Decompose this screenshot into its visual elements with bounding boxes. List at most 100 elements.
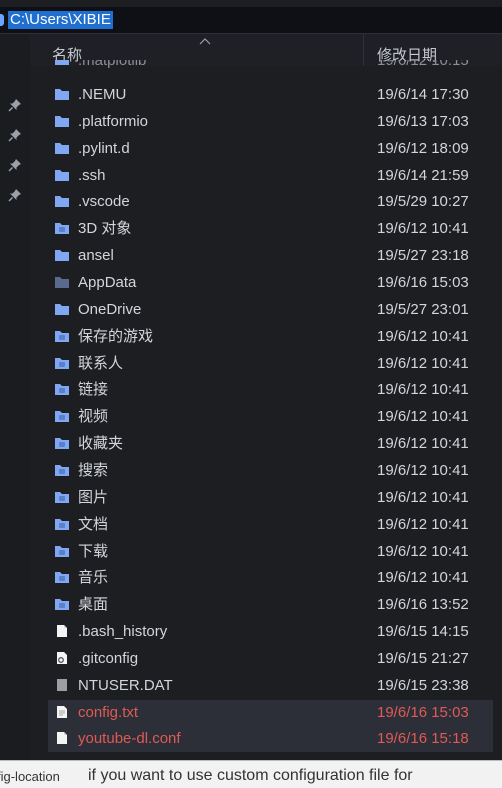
file-name: 图片 bbox=[78, 488, 109, 506]
list-item-partial[interactable]: .matplotlib 19/6/12 10:15 bbox=[48, 60, 493, 74]
file-date: 19/6/12 10:41 bbox=[377, 408, 469, 426]
list-item[interactable]: NTUSER.DAT 19/6/15 23:38 bbox=[48, 673, 493, 699]
file-date: 19/6/16 15:03 bbox=[377, 703, 469, 721]
list-item[interactable]: OneDrive 19/5/27 23:01 bbox=[48, 297, 493, 323]
file-date: 19/6/15 14:15 bbox=[377, 623, 469, 640]
folder-favorites-icon bbox=[55, 438, 69, 450]
list-item[interactable]: youtube-dl.conf 19/6/16 15:18 bbox=[48, 726, 493, 753]
list-item[interactable]: .vscode 19/5/29 10:27 bbox=[48, 189, 493, 215]
list-item[interactable]: .bash_history 19/6/15 14:15 bbox=[48, 619, 493, 645]
file-date: 19/6/16 13:52 bbox=[377, 596, 469, 614]
text-file-icon bbox=[57, 705, 67, 718]
file-date: 19/6/12 10:41 bbox=[377, 542, 469, 560]
list-item[interactable]: 链接 19/6/12 10:41 bbox=[48, 377, 493, 403]
list-item[interactable]: 音乐 19/6/12 10:41 bbox=[48, 565, 493, 591]
file-name: 下载 bbox=[78, 542, 109, 560]
file-name: ansel bbox=[78, 247, 114, 265]
list-item[interactable]: 保存的游戏 19/6/12 10:41 bbox=[48, 324, 493, 350]
background-document-strip: fig-location if you want to use custom c… bbox=[0, 760, 502, 788]
file-name: 保存的游戏 bbox=[78, 327, 154, 345]
folder-icon bbox=[55, 142, 69, 154]
folder-contacts-icon bbox=[55, 357, 69, 369]
file-icon bbox=[57, 625, 67, 637]
pin-icon[interactable] bbox=[8, 128, 22, 142]
file-date: 19/6/15 21:27 bbox=[377, 649, 469, 667]
code-snippet: fig-location bbox=[0, 769, 60, 784]
file-date: 19/6/12 10:41 bbox=[377, 488, 469, 506]
folder-documents-icon bbox=[55, 518, 69, 530]
file-date: 19/5/27 23:01 bbox=[377, 300, 469, 318]
list-item[interactable]: .NEMU 19/6/14 17:30 bbox=[48, 82, 493, 108]
list-item[interactable]: .platformio 19/6/13 17:03 bbox=[48, 109, 493, 135]
file-name: .platformio bbox=[78, 112, 149, 130]
folder-desktop-icon bbox=[55, 599, 69, 611]
file-name: 搜索 bbox=[78, 461, 109, 479]
file-name: .NEMU bbox=[78, 86, 127, 103]
file-date: 19/6/12 10:41 bbox=[377, 569, 469, 587]
file-name: 视频 bbox=[78, 408, 109, 426]
folder-videos-icon bbox=[55, 411, 69, 423]
folder-games-icon bbox=[55, 330, 69, 342]
file-name: .vscode bbox=[78, 193, 130, 211]
file-name: .matplotlib bbox=[78, 60, 147, 69]
file-date: 19/6/12 10:41 bbox=[377, 435, 469, 453]
file-date: 19/6/13 17:03 bbox=[377, 112, 469, 130]
file-name: .pylint.d bbox=[78, 139, 130, 157]
list-item[interactable]: 文档 19/6/12 10:41 bbox=[48, 512, 493, 538]
file-name: 音乐 bbox=[78, 569, 109, 587]
file-date: 19/6/12 10:41 bbox=[377, 327, 469, 345]
file-explorer-window: C:\Users\XIBIE 名称 修改日期 .matplotlib 19/6/… bbox=[0, 0, 502, 788]
pin-icon[interactable] bbox=[8, 188, 22, 202]
address-path[interactable]: C:\Users\XIBIE bbox=[8, 11, 113, 29]
file-name: AppData bbox=[78, 274, 137, 291]
file-list: .matplotlib 19/6/12 10:15 .NEMU 19/6/14 1… bbox=[30, 60, 502, 760]
sort-ascending-icon bbox=[199, 38, 211, 45]
list-item[interactable]: 3D 对象 19/6/12 10:41 bbox=[48, 216, 493, 242]
file-date: 19/6/12 10:15 bbox=[377, 60, 469, 69]
file-date: 19/6/12 10:41 bbox=[377, 461, 469, 479]
list-item[interactable]: 下载 19/6/12 10:41 bbox=[48, 539, 493, 565]
pin-icon[interactable] bbox=[8, 98, 22, 112]
file-date: 19/6/14 21:59 bbox=[377, 166, 469, 184]
caption-text: if you want to use custom configuration … bbox=[88, 767, 413, 784]
folder-hidden-icon bbox=[55, 277, 69, 288]
folder-links-icon bbox=[55, 384, 69, 396]
file-date: 19/6/12 10:41 bbox=[377, 515, 469, 533]
list-item[interactable]: .ssh 19/6/14 21:59 bbox=[48, 163, 493, 189]
list-item[interactable]: .pylint.d 19/6/12 18:09 bbox=[48, 136, 493, 162]
file-date: 19/6/16 15:03 bbox=[377, 274, 469, 291]
list-item[interactable]: .gitconfig 19/6/15 21:27 bbox=[48, 646, 493, 672]
file-name: .gitconfig bbox=[78, 649, 139, 667]
folder-icon bbox=[55, 169, 69, 181]
system-file-icon bbox=[57, 678, 67, 691]
file-icon bbox=[57, 732, 67, 745]
folder-icon bbox=[55, 196, 69, 208]
file-date: 19/5/29 10:27 bbox=[377, 193, 469, 211]
list-item[interactable]: 视频 19/6/12 10:41 bbox=[48, 404, 493, 430]
list-item[interactable]: config.txt 19/6/16 15:03 bbox=[48, 699, 493, 726]
folder-pictures-icon bbox=[55, 491, 69, 503]
list-item[interactable]: 收藏夹 19/6/12 10:41 bbox=[48, 431, 493, 457]
file-name: 3D 对象 bbox=[78, 220, 132, 238]
folder-icon bbox=[55, 250, 69, 262]
list-item[interactable]: 搜索 19/6/12 10:41 bbox=[48, 458, 493, 484]
list-item[interactable]: AppData 19/6/16 15:03 bbox=[48, 270, 493, 296]
pin-icon[interactable] bbox=[8, 158, 22, 172]
file-name: OneDrive bbox=[78, 300, 142, 318]
folder-music-icon bbox=[55, 572, 69, 584]
file-name: NTUSER.DAT bbox=[78, 676, 173, 694]
list-item[interactable]: 联系人 19/6/12 10:41 bbox=[48, 351, 493, 377]
file-name: 文档 bbox=[78, 515, 109, 533]
navigation-pane bbox=[0, 34, 30, 760]
file-date: 19/6/15 23:38 bbox=[377, 676, 469, 694]
file-date: 19/6/14 17:30 bbox=[377, 86, 469, 103]
list-item[interactable]: ansel 19/5/27 23:18 bbox=[48, 243, 493, 269]
file-date: 19/6/12 18:09 bbox=[377, 139, 469, 157]
list-item[interactable]: 图片 19/6/12 10:41 bbox=[48, 485, 493, 511]
address-bar[interactable]: C:\Users\XIBIE bbox=[0, 7, 502, 34]
folder-downloads-icon bbox=[55, 545, 69, 557]
list-item[interactable]: 桌面 19/6/16 13:52 bbox=[48, 592, 493, 618]
file-name: .bash_history bbox=[78, 623, 168, 640]
file-date: 19/6/12 10:41 bbox=[377, 220, 469, 238]
location-icon bbox=[0, 14, 4, 26]
